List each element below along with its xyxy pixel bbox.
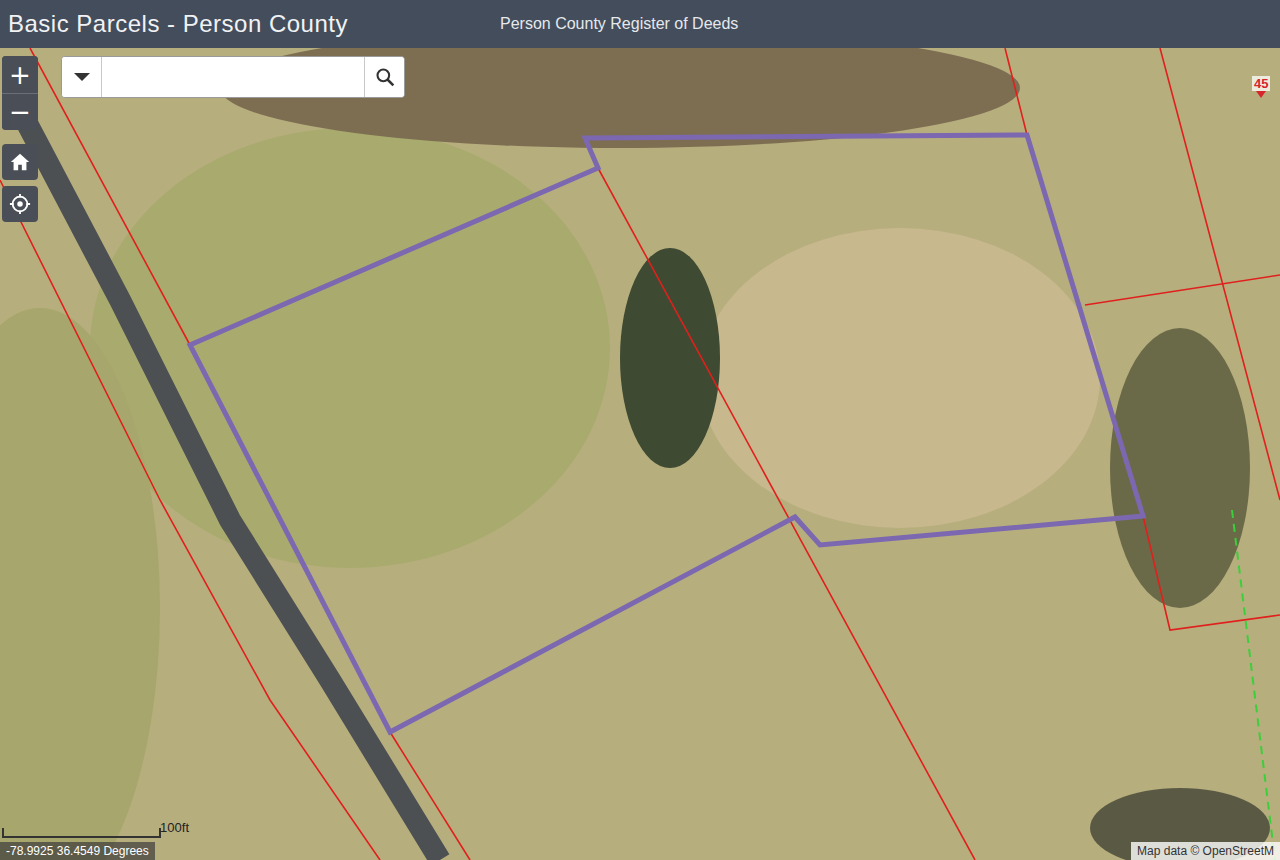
dropdown-arrow-icon — [74, 73, 90, 81]
address-marker[interactable]: 45 — [1252, 76, 1270, 98]
zoom-control: +− — [2, 56, 38, 130]
search-bar — [61, 56, 405, 98]
map-info: 100ft -78.9925 36.4549 Degrees — [0, 828, 161, 860]
home-button[interactable] — [2, 144, 38, 180]
address-label: 45 — [1252, 76, 1270, 91]
map[interactable]: +− 45 100ft -78.9925 36.4549 Degrees Map dat… — [0, 48, 1280, 860]
attribution: Map data © OpenStreetM — [1131, 842, 1280, 860]
search-icon — [375, 67, 395, 87]
zoom-out-button[interactable]: − — [2, 93, 38, 130]
scale-bar: 100ft — [2, 828, 161, 838]
coordinates: -78.9925 36.4549 Degrees — [0, 842, 155, 860]
search-button[interactable] — [364, 57, 404, 97]
scale-label: 100ft — [160, 820, 189, 835]
locate-icon — [9, 193, 31, 215]
home-icon — [9, 151, 31, 173]
header: Basic Parcels - Person CountyPerson Coun… — [0, 0, 1280, 48]
parcel-outline[interactable] — [190, 135, 1143, 732]
app: Basic Parcels - Person CountyPerson Coun… — [0, 0, 1280, 860]
locate-button[interactable] — [2, 186, 38, 222]
aerial-map-canvas[interactable] — [0, 48, 1280, 860]
marker-pin-icon — [1256, 91, 1266, 98]
search-source-dropdown[interactable] — [62, 57, 102, 97]
search-input[interactable] — [102, 57, 364, 97]
app-subtitle: Person County Register of Deeds — [500, 15, 738, 33]
zoom-in-button[interactable]: + — [2, 56, 38, 93]
app-title: Basic Parcels - Person County — [8, 10, 500, 38]
